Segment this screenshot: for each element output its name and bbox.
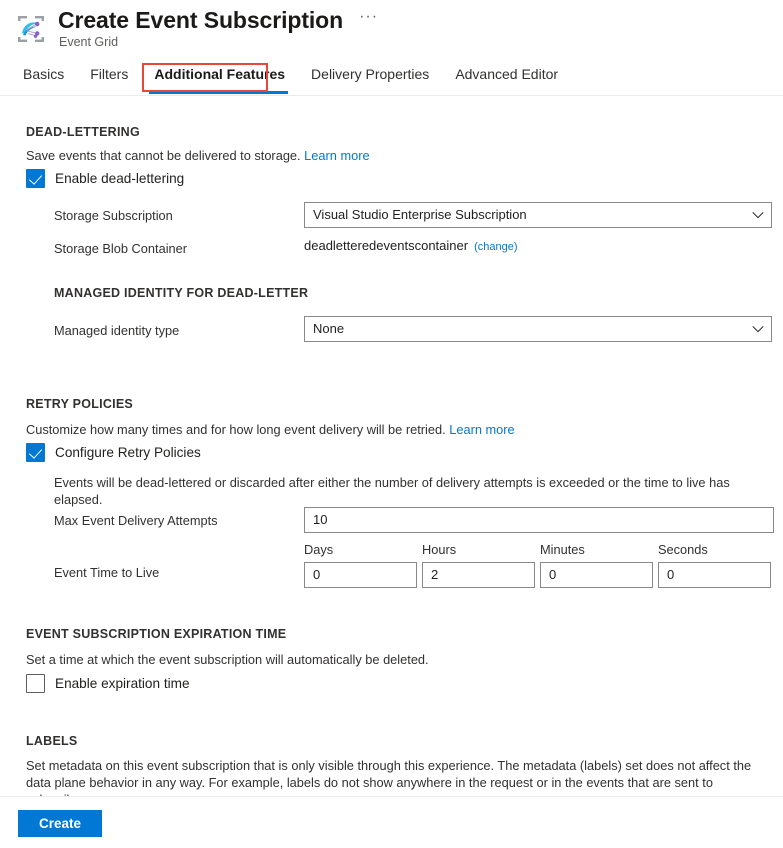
page-subtitle: Event Grid — [59, 34, 118, 50]
configure-retry-policies-row[interactable]: Configure Retry Policies — [26, 443, 201, 462]
tab-label: Basics — [23, 66, 64, 82]
ttl-hours-label: Hours — [422, 541, 535, 558]
ttl-minutes-input[interactable]: 0 — [540, 562, 653, 588]
dead-lettering-learn-more-link[interactable]: Learn more — [304, 148, 369, 163]
create-event-subscription-page: Create Event Subscription ··· Event Grid… — [0, 0, 783, 848]
tab-advanced-editor[interactable]: Advanced Editor — [442, 60, 571, 94]
tab-label: Advanced Editor — [455, 66, 558, 82]
event-ttl-label: Event Time to Live — [54, 564, 159, 581]
tab-label: Additional Features — [154, 66, 285, 82]
retry-policies-note: Events will be dead-lettered or discarde… — [54, 474, 764, 508]
storage-subscription-label: Storage Subscription — [54, 207, 173, 224]
ttl-minutes-group: Minutes 0 — [540, 541, 653, 588]
enable-expiration-time-checkbox[interactable] — [26, 674, 45, 693]
storage-blob-container-label: Storage Blob Container — [54, 240, 187, 257]
ttl-days-input[interactable]: 0 — [304, 562, 417, 588]
retry-policies-learn-more-link[interactable]: Learn more — [449, 422, 514, 437]
event-grid-icon — [15, 13, 47, 45]
tab-label: Delivery Properties — [311, 66, 429, 82]
ttl-hours-input[interactable]: 2 — [422, 562, 535, 588]
storage-blob-container-value-row: deadletteredeventscontainer (change) — [304, 238, 517, 253]
tab-basics[interactable]: Basics — [14, 60, 77, 94]
managed-identity-type-value: None — [313, 317, 344, 341]
ttl-seconds-value: 0 — [667, 563, 674, 587]
max-delivery-attempts-label: Max Event Delivery Attempts — [54, 512, 218, 529]
retry-policies-section-title: RETRY POLICIES — [26, 397, 133, 411]
managed-identity-type-label: Managed identity type — [54, 322, 179, 339]
storage-subscription-value: Visual Studio Enterprise Subscription — [313, 203, 527, 227]
tab-additional-features[interactable]: Additional Features — [141, 60, 298, 94]
tab-delivery-properties[interactable]: Delivery Properties — [298, 60, 442, 94]
dead-lettering-description-text: Save events that cannot be delivered to … — [26, 148, 301, 163]
expiration-description: Set a time at which the event subscripti… — [26, 651, 429, 668]
max-delivery-attempts-value: 10 — [313, 508, 327, 532]
labels-description: Set metadata on this event subscription … — [26, 757, 766, 796]
ttl-seconds-label: Seconds — [658, 541, 771, 558]
ttl-days-label: Days — [304, 541, 417, 558]
enable-expiration-time-row[interactable]: Enable expiration time — [26, 674, 190, 693]
enable-dead-lettering-row[interactable]: Enable dead-lettering — [26, 169, 184, 188]
ttl-days-value: 0 — [313, 563, 320, 587]
managed-identity-type-select[interactable]: None — [304, 316, 772, 342]
managed-identity-section-title: MANAGED IDENTITY FOR DEAD-LETTER — [54, 286, 308, 300]
tab-bar: Basics Filters Additional Features Deliv… — [0, 60, 783, 96]
chevron-down-icon — [751, 208, 765, 222]
labels-section-title: LABELS — [26, 734, 78, 748]
ttl-days-group: Days 0 — [304, 541, 417, 588]
storage-subscription-select[interactable]: Visual Studio Enterprise Subscription — [304, 202, 772, 228]
tab-filters[interactable]: Filters — [77, 60, 141, 94]
page-header: Create Event Subscription ··· Event Grid — [0, 0, 783, 60]
storage-blob-container-change-link[interactable]: (change) — [474, 241, 517, 253]
expiration-section-title: EVENT SUBSCRIPTION EXPIRATION TIME — [26, 627, 286, 641]
dead-lettering-section-title: DEAD-LETTERING — [26, 125, 140, 139]
ttl-seconds-input[interactable]: 0 — [658, 562, 771, 588]
enable-expiration-time-label: Enable expiration time — [55, 676, 190, 691]
ttl-hours-group: Hours 2 — [422, 541, 535, 588]
more-options-icon[interactable]: ··· — [355, 8, 382, 32]
tab-label: Filters — [90, 66, 128, 82]
main-content: DEAD-LETTERING Save events that cannot b… — [0, 96, 783, 796]
page-title: Create Event Subscription — [58, 5, 343, 35]
configure-retry-policies-label: Configure Retry Policies — [55, 445, 201, 460]
ttl-hours-value: 2 — [431, 563, 438, 587]
retry-policies-description-text: Customize how many times and for how lon… — [26, 422, 446, 437]
event-ttl-fields: Days 0 Hours 2 Minutes 0 Seconds — [304, 541, 771, 588]
ttl-minutes-label: Minutes — [540, 541, 653, 558]
enable-dead-lettering-checkbox[interactable] — [26, 169, 45, 188]
retry-policies-description: Customize how many times and for how lon… — [26, 421, 515, 438]
chevron-down-icon — [751, 322, 765, 336]
ttl-minutes-value: 0 — [549, 563, 556, 587]
page-footer: Create — [0, 796, 783, 848]
max-delivery-attempts-input[interactable]: 10 — [304, 507, 774, 533]
configure-retry-policies-checkbox[interactable] — [26, 443, 45, 462]
enable-dead-lettering-label: Enable dead-lettering — [55, 171, 184, 186]
ttl-seconds-group: Seconds 0 — [658, 541, 771, 588]
dead-lettering-description: Save events that cannot be delivered to … — [26, 147, 370, 164]
create-button[interactable]: Create — [18, 810, 102, 837]
storage-blob-container-value: deadletteredeventscontainer — [304, 238, 468, 253]
